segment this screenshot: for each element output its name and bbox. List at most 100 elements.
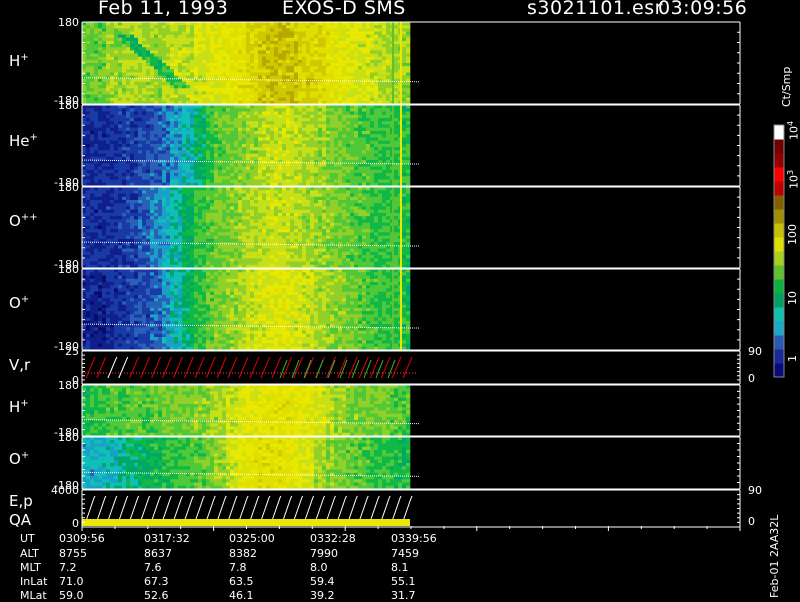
- spectrogram-cell-he: [130, 143, 135, 148]
- spectrogram-cell-h: [226, 37, 231, 42]
- spectrogram-cell-he: [278, 179, 283, 184]
- spectrogram-cell-he: [402, 179, 407, 184]
- spectrogram-cell-he: [282, 108, 287, 112]
- spectrogram-cell-he: [198, 169, 203, 174]
- spectrogram-cell-h: [222, 53, 227, 57]
- spectrogram-cell-h: [138, 50, 143, 54]
- spectrogram-cell-h: [322, 47, 327, 51]
- spectrogram-cell-he: [158, 173, 163, 177]
- spectrogram-cell-o: [186, 238, 191, 243]
- spectrogram-cell-he: [274, 111, 279, 116]
- spectrogram-cell-he: [354, 117, 359, 122]
- spectrogram-cell-h: [162, 69, 167, 73]
- spectrogram-cell-o: [178, 203, 183, 207]
- spectrogram-cell-he: [150, 179, 155, 184]
- spectrogram-cell-h: [94, 69, 99, 73]
- spectrogram-cell-he: [82, 108, 87, 112]
- spectrogram-cell-h: [222, 40, 227, 45]
- spectrogram-cell-he: [150, 134, 155, 138]
- spectrogram-cell-h: [166, 81, 171, 86]
- spectrogram-cell-o: [90, 232, 95, 236]
- spectrogram-cell-he: [194, 117, 199, 122]
- spectrogram-cell-he: [346, 134, 351, 138]
- spectrogram-cell-h: [350, 22, 355, 26]
- spectrogram-cell-h: [86, 85, 91, 89]
- spectrogram-cell-h: [258, 75, 263, 80]
- spectrogram-cell-h: [358, 44, 363, 48]
- spectrogram-cell-he: [182, 150, 187, 154]
- spectrogram-cell-o: [82, 261, 87, 266]
- spectrogram-cell-o: [118, 193, 123, 198]
- spectrogram-cell-he: [386, 130, 391, 135]
- spectrogram-cell-o: [94, 206, 99, 210]
- spectrogram-cell-he: [94, 114, 99, 119]
- spectrogram-cell-h: [86, 91, 91, 95]
- spectrogram-cell-he: [138, 169, 143, 174]
- spectrogram-cell-he: [242, 150, 247, 154]
- spectrogram-cell-h: [206, 91, 211, 95]
- spectrogram-cell-he: [178, 130, 183, 135]
- spectrogram-cell-o: [162, 206, 167, 210]
- spectrogram-cell-he: [118, 156, 123, 161]
- spectrogram-cell-he: [346, 153, 351, 158]
- spectrogram-cell-h: [94, 40, 99, 45]
- spectrogram-cell-h: [86, 25, 91, 29]
- spectrogram-cell-h: [238, 59, 243, 64]
- spectrogram-cell-o: [90, 235, 95, 240]
- spectrogram-cell-he: [222, 179, 227, 184]
- spectrogram-cell-he: [194, 153, 199, 158]
- spectrogram-cell-o: [146, 187, 151, 191]
- spectrogram-cell-he: [302, 121, 307, 125]
- spectrogram-cell-he: [290, 147, 295, 151]
- spectrogram-cell-he: [382, 124, 387, 128]
- spectrogram-cell-o: [142, 216, 147, 220]
- spectrogram-cell-he: [330, 114, 335, 119]
- spectrogram-cell-h: [346, 63, 351, 67]
- spectrogram-cell-h: [230, 56, 235, 61]
- spectrogram-cell-he: [278, 134, 283, 138]
- spectrogram-cell-h: [98, 47, 103, 51]
- spectrogram-cell-h: [202, 91, 207, 95]
- spectrogram-cell-h: [174, 50, 179, 54]
- spectrogram-cell-h: [402, 34, 407, 39]
- spectrogram-cell-he: [202, 114, 207, 119]
- spectrogram-cell-he: [166, 150, 171, 154]
- spectrogram-cell-he: [178, 140, 183, 145]
- spectrogram-cell-h: [342, 85, 347, 89]
- spectrogram-cell-h: [254, 56, 259, 61]
- spectrogram-cell-he: [194, 140, 199, 145]
- spectrogram-cell-o: [130, 258, 135, 262]
- spectrogram-cell-he: [254, 111, 259, 116]
- spectrogram-cell-o: [202, 232, 207, 236]
- spectrogram-cell-o: [134, 255, 139, 259]
- spectrogram-cell-he: [266, 147, 271, 151]
- spectrogram-cell-h: [142, 85, 147, 89]
- spectrogram-cell-he: [174, 111, 179, 116]
- spectrogram-cell-he: [142, 150, 147, 154]
- spectrogram-cell-he: [106, 179, 111, 184]
- spectrogram-cell-h: [126, 28, 131, 32]
- spectrogram-cell-o: [154, 193, 159, 198]
- spectrogram-cell-he: [270, 114, 275, 119]
- spectrogram-cell-h: [402, 81, 407, 86]
- spectrogram-cell-h: [218, 34, 223, 39]
- spectrogram-cell-o: [146, 248, 151, 253]
- spectrogram-cell-he: [302, 150, 307, 154]
- spectrogram-cell-h: [386, 91, 391, 95]
- spectrogram-cell-h: [246, 63, 251, 67]
- spectrogram-cell-h: [142, 50, 147, 54]
- spectrogram-cell-o: [134, 251, 139, 256]
- spectrogram-cell-h: [166, 37, 171, 42]
- spectrogram-cell-he: [338, 117, 343, 122]
- spectrogram-cell-he: [98, 108, 103, 112]
- spectrogram-cell-h: [190, 28, 195, 32]
- spectrogram-cell-h: [154, 81, 159, 86]
- spectrogram-cell-h: [138, 66, 143, 70]
- spectrogram-cell-he: [174, 147, 179, 151]
- spectrogram-cell-o: [174, 232, 179, 236]
- spectrogram-cell-h: [258, 85, 263, 89]
- spectrogram-cell-he: [218, 179, 223, 184]
- spectrogram-cell-h: [210, 25, 215, 29]
- spectrogram-cell-he: [106, 163, 111, 167]
- spectrogram-cell-h: [102, 66, 107, 70]
